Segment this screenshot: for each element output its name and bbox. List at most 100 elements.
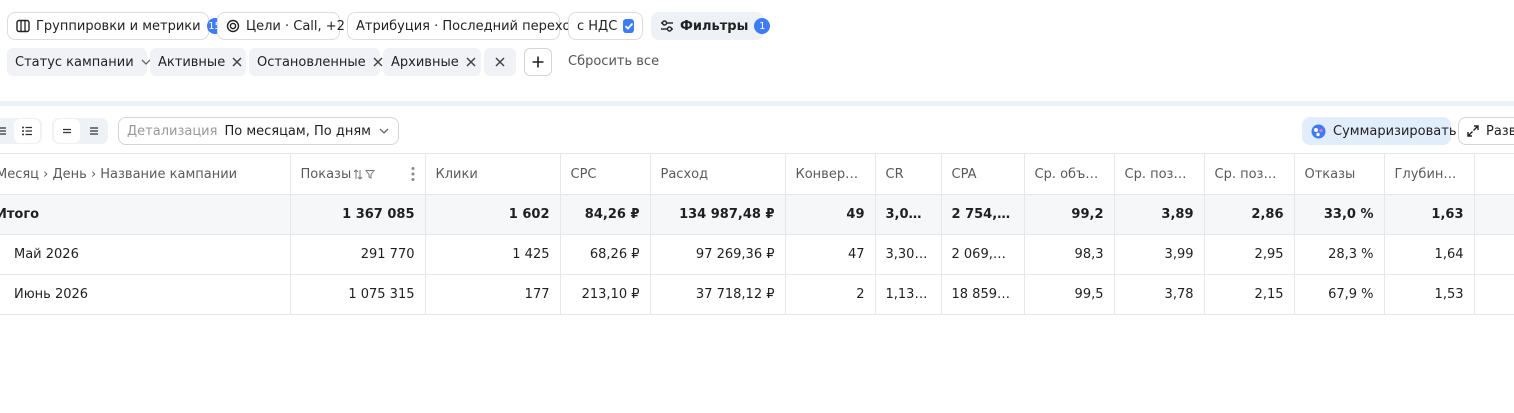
filters-count-badge: 1 xyxy=(754,18,771,34)
campaign-status-filter[interactable]: Статус кампании xyxy=(7,48,151,76)
detail-value: По месяцам, По дням xyxy=(224,123,371,139)
table-cell: 2,95 xyxy=(1204,234,1295,275)
equals-icon xyxy=(62,126,72,136)
table-cell: 1 367 085 xyxy=(290,194,426,235)
tree-view-button[interactable] xyxy=(14,119,40,143)
attribution-label: Атрибуция · Последний переход xyxy=(356,18,580,34)
target-icon xyxy=(226,19,240,33)
table-cell: 98,3 xyxy=(1024,234,1115,275)
sort-icon[interactable] xyxy=(353,168,363,180)
table-cell: 2 754,85 ₽ xyxy=(941,194,1025,235)
table-cell: 18 859,06 ₽ xyxy=(941,274,1025,315)
close-icon[interactable] xyxy=(372,56,384,68)
sliders-icon xyxy=(660,19,674,33)
table-cell: 99,2 xyxy=(1024,194,1115,235)
column-header-conversions[interactable]: Конверсии xyxy=(785,153,876,195)
column-header-cpc[interactable]: CPC xyxy=(560,153,651,195)
menu-icon xyxy=(89,126,99,136)
column-header-avg-view-volume[interactable]: Ср. объём просмотра xyxy=(1024,153,1115,195)
table-cell: 2,86 xyxy=(1204,194,1295,235)
table-cell[interactable]: Июнь 2026 xyxy=(0,274,291,315)
table-cell: 84,26 ₽ xyxy=(560,194,651,235)
table-cell: 37 718,12 ₽ xyxy=(650,274,786,315)
more-vertical-icon[interactable] xyxy=(411,166,415,182)
column-header-cpa[interactable]: CPA xyxy=(941,153,1025,195)
column-header-cost[interactable]: Расход xyxy=(650,153,786,195)
reset-all-link[interactable]: Сбросить все xyxy=(568,54,659,69)
filter-value-label: Активные xyxy=(158,54,226,70)
table-cell xyxy=(1474,274,1514,315)
table-cell: 2 069,56 ₽ xyxy=(941,234,1025,275)
table-cell: 1,53 xyxy=(1384,274,1475,315)
table-cell: 28,3 % xyxy=(1294,234,1385,275)
campaign-status-label: Статус кампании xyxy=(15,54,134,70)
add-filter-button[interactable] xyxy=(524,48,552,76)
table-cell: 33,0 % xyxy=(1294,194,1385,235)
table-cell: 134 987,48 ₽ xyxy=(650,194,786,235)
table-cell: 1 602 xyxy=(425,194,561,235)
columns-icon xyxy=(16,19,30,33)
table-row[interactable]: Май 2026 291 770 1 425 68,26 ₽ 97 269,36… xyxy=(0,234,1514,275)
column-header-impressions[interactable]: Показы xyxy=(290,153,426,195)
table-cell: 3,78 xyxy=(1114,274,1205,315)
table-cell: 291 770 xyxy=(290,234,426,275)
table-cell: 1,64 xyxy=(1384,234,1475,275)
column-header-avg-click-position[interactable]: Ср. позиция кликов xyxy=(1204,153,1295,195)
table-cell: 99,5 xyxy=(1024,274,1115,315)
table-cell: 1,63 xyxy=(1384,194,1475,235)
table-cell: 3,99 xyxy=(1114,234,1205,275)
summarize-label: Суммаризировать xyxy=(1333,123,1457,139)
expand-icon xyxy=(1467,125,1479,137)
expand-button[interactable]: Развернуть xyxy=(1458,117,1514,145)
groupings-label: Группировки и метрики xyxy=(36,18,201,34)
vat-toggle[interactable]: с НДС xyxy=(568,12,643,40)
close-icon xyxy=(494,56,506,68)
table-row[interactable]: Июнь 2026 1 075 315 177 213,10 ₽ 37 718,… xyxy=(0,274,1514,315)
table-cell: 97 269,36 ₽ xyxy=(650,234,786,275)
table-cell: 2,15 xyxy=(1204,274,1295,315)
column-header-bounces[interactable]: Отказы xyxy=(1294,153,1385,195)
table-cell: 3,89 xyxy=(1114,194,1205,235)
column-header-view-depth[interactable]: Глубина просмотра xyxy=(1384,153,1475,195)
table-cell: 213,10 ₽ xyxy=(560,274,651,315)
report-table: Месяц › День › Название кампании Показы … xyxy=(0,153,1514,315)
column-header-cr[interactable]: CR xyxy=(875,153,942,195)
table-cell: 3,06 % xyxy=(875,194,942,235)
attribution-button[interactable]: Атрибуция · Последний переход xyxy=(347,12,579,40)
goals-button[interactable]: Цели · Call, +2 xyxy=(217,12,345,40)
table-cell: 67,9 % xyxy=(1294,274,1385,315)
table-cell xyxy=(1474,234,1514,275)
compact-density-button[interactable] xyxy=(54,119,80,143)
table-cell xyxy=(1474,194,1514,235)
groupings-metrics-button[interactable]: Группировки и метрики 15 xyxy=(7,12,223,40)
clear-filter-button[interactable] xyxy=(484,48,516,76)
table-cell: 47 xyxy=(785,234,876,275)
filter-value-label: Остановленные xyxy=(257,54,366,70)
column-header-clicks[interactable]: Клики xyxy=(425,153,561,195)
list-icon xyxy=(0,126,8,136)
regular-density-button[interactable] xyxy=(81,119,107,143)
filter-funnel-icon[interactable] xyxy=(365,169,376,179)
close-icon[interactable] xyxy=(231,56,243,68)
filter-value-active: Активные xyxy=(150,48,246,76)
close-icon[interactable] xyxy=(465,56,477,68)
table-header: Месяц › День › Название кампании Показы … xyxy=(0,153,1514,195)
table-cell: 2 xyxy=(785,274,876,315)
table-cell: 68,26 ₽ xyxy=(560,234,651,275)
table-row-total: Итого 1 367 085 1 602 84,26 ₽ 134 987,48… xyxy=(0,194,1514,235)
ai-sparkle-icon xyxy=(1311,124,1326,139)
summarize-button[interactable]: Суммаризировать xyxy=(1302,117,1456,145)
table-cell: Итого xyxy=(0,194,291,235)
section-divider xyxy=(0,101,1514,106)
flat-view-button[interactable] xyxy=(0,119,10,143)
column-header-hierarchy[interactable]: Месяц › День › Название кампании xyxy=(0,153,291,195)
table-cell: 3,30 % xyxy=(875,234,942,275)
column-header-avg-impression-position[interactable]: Ср. позиция показов xyxy=(1114,153,1205,195)
vat-label: с НДС xyxy=(577,18,618,34)
checkbox-checked-icon[interactable] xyxy=(623,19,634,33)
detail-select[interactable]: Детализация По месяцам, По дням xyxy=(118,117,399,145)
table-cell[interactable]: Май 2026 xyxy=(0,234,291,275)
table-cell: 1 075 315 xyxy=(290,274,426,315)
filters-button[interactable]: Фильтры 1 xyxy=(651,12,771,40)
table-cell: 1,13 % xyxy=(875,274,942,315)
